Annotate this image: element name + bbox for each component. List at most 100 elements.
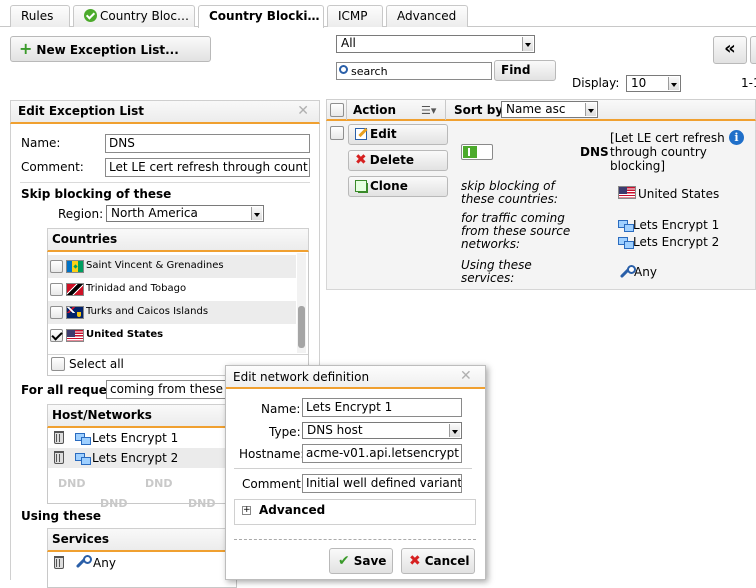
table-row[interactable]: Any [48,552,236,572]
tab-label: Advanced [397,9,457,23]
column-menu-icon[interactable]: ☰▾ [421,104,436,117]
trash-icon[interactable] [54,451,64,464]
chevron-down-icon [251,207,262,220]
list-item[interactable]: United States [48,324,296,347]
dialog-name-input[interactable]: Lets Encrypt 1 [302,398,462,417]
tab-icmp[interactable]: ICMP [327,5,383,27]
save-button[interactable]: ✔ Save [329,548,393,574]
select-value: 10 [631,76,647,90]
toggle-mark [468,148,470,156]
select-all-checkbox[interactable] [51,357,65,371]
services-text: Using these services: [461,258,532,285]
country-name: Trinidad and Tobago [86,283,187,294]
new-exception-list-button[interactable]: + New Exception List... [10,36,211,62]
name-input[interactable]: DNS [105,134,310,153]
tab-label: ICMP [338,9,368,23]
edit-exception-header: Edit Exception List ✕ [10,100,320,124]
drop-target-label: DND [188,497,216,510]
advanced-label: Advanced [259,503,326,517]
country-name: Turks and Caicos Islands [86,306,209,317]
filter-select[interactable]: All [336,35,535,53]
first-page-button[interactable]: « [713,36,747,64]
dialog-hostname-label: Hostname: [239,447,305,461]
action-column-header: Action ☰▾ [346,100,446,120]
country-checkbox[interactable] [50,260,63,273]
vc-flag-icon [66,260,84,273]
drop-target-label: DND [145,477,173,490]
delete-button[interactable]: ✖ Delete [348,150,448,171]
edit-button[interactable]: Edit [348,124,448,145]
close-icon[interactable]: ✕ [460,368,472,384]
cancel-icon: ✖ [409,553,421,569]
country-checkbox[interactable] [50,283,63,296]
list-item[interactable]: Turks and Caicos Islands [48,301,296,324]
list-item[interactable]: Trinidad and Tobago [48,278,296,301]
expand-icon[interactable]: + [242,506,251,515]
region-select[interactable]: North America [106,205,264,222]
drop-target-label: DND [100,497,128,510]
button-label: Clone [370,179,408,193]
find-button[interactable]: Find [494,60,556,81]
double-chevron-left-icon: « [724,38,736,59]
comment-input[interactable]: Let LE cert refresh through count [105,158,310,177]
plus-icon: + [19,39,33,58]
column-label: Action [353,103,397,117]
trash-icon[interactable] [54,556,64,569]
info-icon[interactable]: i [729,130,744,145]
display-count-select[interactable]: 10 [626,75,681,92]
us-flag-icon [66,329,84,342]
country-checkbox[interactable] [50,329,63,342]
comment-label: Comment: [21,160,84,174]
hosts-header: Host/Networks [47,404,237,428]
dialog-header: Edit network definition ✕ [226,366,485,389]
tab-label: Rules [21,9,54,23]
network-icon [618,236,634,249]
table-row[interactable]: Lets Encrypt 2 [48,448,236,468]
network-icon [75,432,91,445]
search-placeholder: search [351,65,388,78]
entry-network: Lets Encrypt 1 [633,218,720,232]
button-label: New Exception List... [36,43,179,57]
search-input[interactable]: search [336,62,492,80]
country-checkbox[interactable] [50,306,63,319]
direction-select[interactable]: coming from these [106,380,231,399]
row-checkbox[interactable] [330,126,344,140]
button-label: Cancel [424,554,470,568]
header-label: Services [52,532,110,546]
dialog-type-select[interactable]: DNS host [302,422,462,439]
tab-country-blocking-1[interactable]: Country Bloc… [73,5,195,27]
enabled-toggle[interactable] [461,144,493,160]
using-label: Using these [21,509,102,523]
close-icon[interactable]: ✕ [297,101,309,121]
prev-page-button[interactable] [750,36,756,64]
button-label: Save [353,554,387,568]
trash-icon[interactable] [54,431,64,444]
tab-country-blocking-2[interactable]: Country Blocki… [198,5,324,28]
dialog-hostname-input[interactable]: acme-v01.api.letsencrypt [302,444,462,463]
host-name: Lets Encrypt 1 [92,431,179,445]
select-all-label: Select all [69,357,124,371]
host-name: Lets Encrypt 2 [92,451,179,465]
select-value: North America [111,206,198,220]
dialog-type-label: Type: [269,425,301,439]
country-name: United States [86,329,164,340]
chevron-down-icon [585,103,596,116]
scrollbar-track[interactable] [297,253,306,353]
dialog-title: Edit network definition [233,370,370,384]
header-label: Countries [52,232,118,246]
scrollbar-thumb[interactable] [298,306,305,348]
dialog-comment-input[interactable]: Initial well defined variant [302,474,462,493]
tab-advanced[interactable]: Advanced [386,5,468,27]
sortby-select[interactable]: Name asc [501,101,598,118]
tt-flag-icon [66,283,84,296]
advanced-section[interactable]: + Advanced [234,499,476,525]
entry-service: Any [634,265,657,279]
tab-rules[interactable]: Rules [10,5,70,27]
clone-button[interactable]: Clone [348,176,448,197]
button-label: Find [501,63,531,77]
table-row[interactable]: Lets Encrypt 1 [48,428,236,448]
cancel-button[interactable]: ✖ Cancel [401,548,475,574]
list-item[interactable]: Saint Vincent & Grenadines [48,255,296,278]
select-all-rows-checkbox[interactable] [330,103,344,117]
select-value: DNS host [307,423,363,437]
